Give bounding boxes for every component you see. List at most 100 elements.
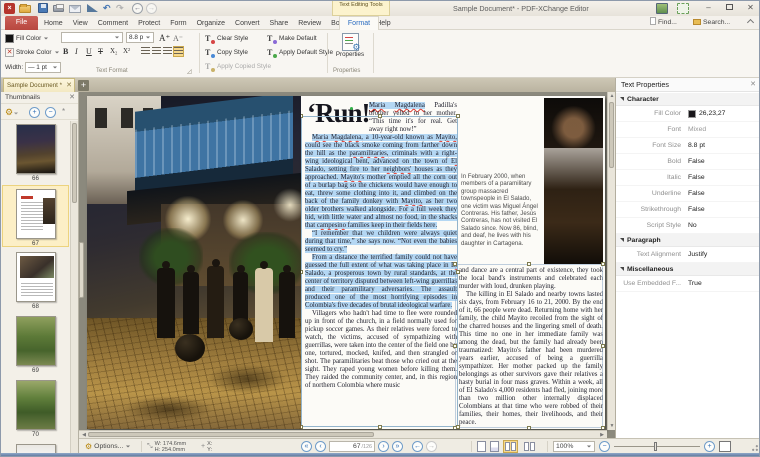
stroke-width-combo[interactable]: — 1 pt <box>25 62 61 73</box>
zoom-level-combo[interactable]: 100% <box>553 441 595 452</box>
selection-handle[interactable] <box>453 344 457 348</box>
article-paragraph[interactable]: Villagers who hadn't had time to flee we… <box>305 310 457 390</box>
page-left-photo[interactable] <box>87 96 301 429</box>
options-button[interactable]: ⚙Options... <box>85 439 131 454</box>
thumbnail-image-69[interactable] <box>16 316 56 366</box>
article-paragraph[interactable]: The killing in El Salado and nearby town… <box>459 291 603 427</box>
document-tab[interactable]: Sample Document *✕ <box>3 78 75 92</box>
align-justify-icon[interactable] <box>174 47 183 56</box>
property-row-strikethrough[interactable]: StrikethroughFalse <box>616 202 760 218</box>
page-right-text[interactable]: ‘Run!’ Maria Magdalena Padilla's brother… <box>301 96 605 429</box>
zoom-slider-thumb[interactable] <box>654 442 657 451</box>
menu-tab-file[interactable]: File <box>5 16 38 30</box>
selection-handle[interactable] <box>453 426 457 429</box>
last-page-button[interactable]: » <box>392 441 403 452</box>
property-row-text-alignment[interactable]: Text AlignmentJustify <box>616 247 760 263</box>
menu-tab-home[interactable]: Home <box>44 20 63 27</box>
shrink-font-button[interactable]: A⁻ <box>173 34 183 43</box>
horizontal-scrollbar-thumb[interactable] <box>88 432 374 437</box>
stroke-color-button[interactable]: ✕Stroke Color <box>5 46 60 58</box>
selection-handle[interactable] <box>301 114 303 118</box>
zoom-out-button[interactable]: − <box>599 441 610 452</box>
align-center-icon[interactable] <box>152 47 161 56</box>
italic-button[interactable]: I <box>75 47 78 56</box>
properties-button[interactable]: Properties <box>331 33 369 73</box>
selection-handle[interactable] <box>453 262 457 266</box>
menu-tab-form[interactable]: Form <box>170 20 186 27</box>
menu-tab-review[interactable]: Review <box>298 20 321 27</box>
fullscreen-icon[interactable] <box>677 3 689 14</box>
font-family-combo[interactable] <box>61 32 123 43</box>
apply-default-style-button[interactable]: TApply Default Style <box>267 47 333 58</box>
previous-page-button[interactable]: ‹ <box>315 441 326 452</box>
first-page-button[interactable]: « <box>301 441 312 452</box>
font-size-combo[interactable]: 8.8 p <box>126 32 154 43</box>
properties-section-paragraph[interactable]: Paragraph <box>616 234 760 247</box>
strikethrough-button[interactable]: T <box>98 47 103 56</box>
panel-splitter[interactable] <box>79 242 84 298</box>
find-button[interactable]: Find... <box>650 17 677 29</box>
property-row-bold[interactable]: BoldFalse <box>616 154 760 170</box>
property-row-use-embedded-f-[interactable]: Use Embedded F...True <box>616 276 760 292</box>
next-page-button[interactable]: › <box>378 441 389 452</box>
article-paragraph[interactable]: Maria Magdalena, a 10-year-old known as … <box>305 134 457 230</box>
menu-tab-format-active[interactable]: Format <box>339 16 379 30</box>
selection-handle[interactable] <box>378 114 382 118</box>
thumbnails-scrollbar-thumb[interactable] <box>72 123 77 203</box>
menu-tab-comment[interactable]: Comment <box>98 20 128 27</box>
zoom-slider[interactable] <box>614 441 700 452</box>
make-default-button[interactable]: TMake Default <box>267 33 317 44</box>
properties-section-miscellaneous[interactable]: Miscellaneous <box>616 263 760 276</box>
subscript-button[interactable]: X₂ <box>110 47 118 55</box>
article-column-2[interactable]: and dance are a central part of existenc… <box>459 267 603 427</box>
document-canvas[interactable]: ‘Run!’ Maria Magdalena Padilla's brother… <box>79 92 615 438</box>
property-row-fill-color[interactable]: Fill Color26,23,27 <box>616 106 760 122</box>
selection-handle[interactable] <box>378 425 382 429</box>
thumbnails-zoom-in-icon[interactable]: + <box>29 107 40 118</box>
properties-close-icon[interactable]: ✕ <box>750 78 756 92</box>
article-column-1[interactable]: Maria Magdalena Padilla's brother yelled… <box>305 102 457 429</box>
thumbnail-page-66[interactable]: 66 <box>2 121 69 183</box>
align-right-icon[interactable] <box>163 47 172 56</box>
two-page-layout-icon[interactable] <box>503 440 518 453</box>
history-back-icon[interactable]: ← <box>132 3 143 14</box>
thumbnail-page-70[interactable]: 70 <box>2 377 69 439</box>
print-icon[interactable] <box>53 5 64 12</box>
close-button[interactable]: ✕ <box>741 1 760 15</box>
property-row-font-size[interactable]: Font Size8.8 pt <box>616 138 760 154</box>
property-row-font[interactable]: FontMixed <box>616 122 760 138</box>
thumbnail-page-68[interactable]: 68 <box>2 249 69 311</box>
zoom-in-button[interactable]: + <box>704 441 715 452</box>
grow-font-button[interactable]: A⁺ <box>159 33 170 44</box>
menu-tab-organize[interactable]: Organize <box>197 20 225 27</box>
vertical-scrollbar-thumb[interactable] <box>609 102 614 168</box>
panel-close-icon[interactable]: ✕ <box>69 92 75 104</box>
new-tab-button[interactable]: + <box>78 80 89 91</box>
single-page-layout-icon[interactable] <box>477 441 486 452</box>
article-paragraph[interactable]: “I remember that we children were always… <box>305 230 457 254</box>
selection-handle[interactable] <box>527 262 531 266</box>
selection-handle[interactable] <box>301 425 303 429</box>
selection-handle[interactable] <box>301 270 303 274</box>
thumbnails-options-icon[interactable]: ⚙ <box>5 107 19 118</box>
tab-close-icon[interactable]: ✕ <box>66 79 72 92</box>
selection-handle[interactable] <box>527 426 531 429</box>
scroll-up-icon[interactable]: ▲ <box>608 93 615 99</box>
thumbnail-page-67[interactable]: 67 <box>2 185 69 247</box>
thumbnails-extra-icon[interactable]: * <box>62 107 65 116</box>
align-left-icon[interactable] <box>141 47 150 56</box>
menu-tab-protect[interactable]: Protect <box>138 20 160 27</box>
selection-handle[interactable] <box>601 344 605 348</box>
thumbnails-scrollbar[interactable] <box>70 121 78 453</box>
thumbnail-page-69[interactable]: 69 <box>2 313 69 375</box>
thumbnail-image-70[interactable] <box>16 380 56 430</box>
fill-color-button[interactable]: Fill Color <box>5 32 49 44</box>
save-icon[interactable] <box>38 3 48 13</box>
continuous-layout-icon[interactable] <box>490 441 499 452</box>
undo-icon[interactable]: ↶ <box>103 3 111 14</box>
properties-section-character[interactable]: Character <box>616 93 760 106</box>
property-row-underline[interactable]: UnderlineFalse <box>616 186 760 202</box>
view-back-button[interactable]: ← <box>412 441 423 452</box>
property-row-script-style[interactable]: Script StyleNo <box>616 218 760 234</box>
maximize-button[interactable] <box>720 1 739 15</box>
